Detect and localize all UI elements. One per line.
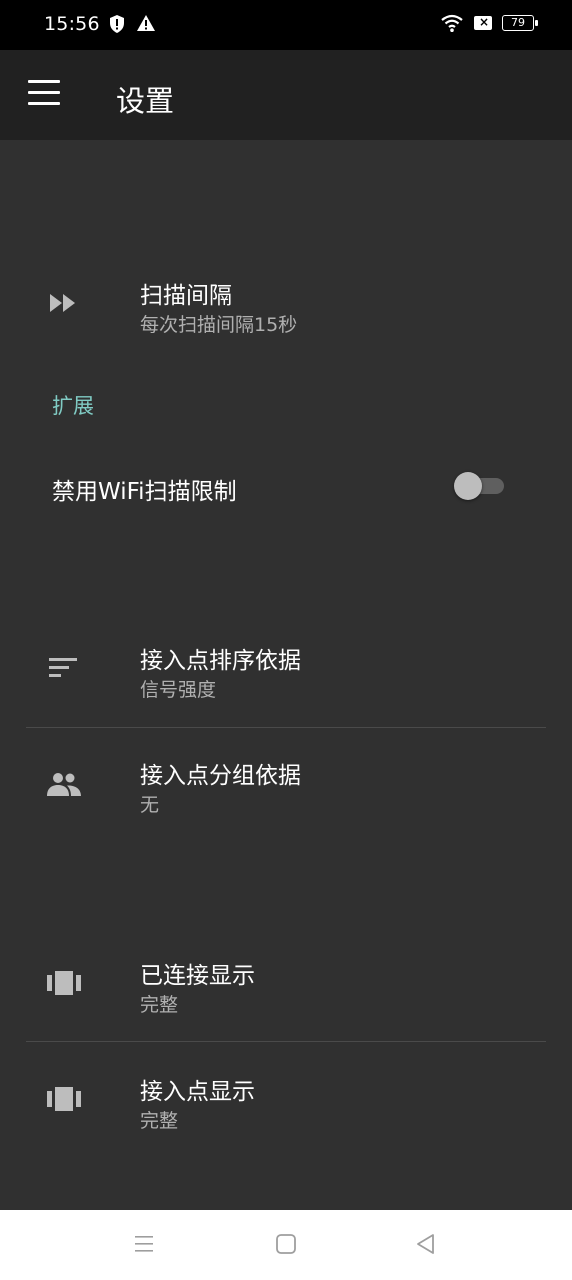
shield-alert-icon	[110, 15, 124, 33]
sim-x-icon: ×	[474, 15, 492, 30]
back-icon[interactable]	[414, 1232, 438, 1256]
battery-level: 79	[511, 16, 525, 29]
setting-ap-display[interactable]: 接入点显示 完整	[0, 1056, 572, 1156]
setting-summary: 无	[140, 794, 160, 816]
divider	[26, 1041, 546, 1042]
divider	[26, 727, 546, 728]
status-bar: 15:56 × 79	[0, 0, 572, 50]
section-header-extension: 扩展	[52, 394, 94, 418]
group-icon	[47, 773, 81, 796]
page-title: 设置	[116, 84, 175, 118]
status-time: 15:56	[44, 13, 100, 35]
setting-scan-interval[interactable]: 扫描间隔 每次扫描间隔15秒	[0, 260, 572, 350]
navigation-bar	[0, 1210, 572, 1280]
disable-wifi-throttle-switch[interactable]	[454, 472, 504, 500]
recent-apps-icon[interactable]	[132, 1232, 156, 1256]
hamburger-menu-icon[interactable]	[28, 80, 60, 108]
view-carousel-icon	[47, 1087, 81, 1111]
setting-sort-by[interactable]: 接入点排序依据 信号强度	[0, 625, 572, 725]
sort-icon	[49, 658, 77, 677]
fast-forward-icon	[50, 294, 75, 312]
setting-summary: 每次扫描间隔15秒	[140, 314, 298, 336]
setting-group-by[interactable]: 接入点分组依据 无	[0, 740, 572, 840]
setting-connected-display[interactable]: 已连接显示 完整	[0, 940, 572, 1040]
setting-title: 接入点分组依据	[140, 763, 301, 789]
setting-title: 接入点排序依据	[140, 648, 301, 674]
warning-icon	[137, 15, 155, 31]
setting-summary: 信号强度	[140, 679, 217, 701]
setting-title: 接入点显示	[140, 1079, 255, 1105]
wifi-icon	[441, 14, 463, 32]
setting-summary: 完整	[140, 1110, 179, 1132]
view-carousel-icon	[47, 971, 81, 995]
app-bar: 设置	[0, 50, 572, 140]
setting-title: 扫描间隔	[140, 283, 232, 309]
setting-disable-wifi-throttle-label: 禁用WiFi扫描限制	[52, 479, 237, 505]
setting-summary: 完整	[140, 994, 179, 1016]
setting-title: 已连接显示	[140, 963, 255, 989]
battery-icon: 79	[502, 15, 538, 31]
home-icon[interactable]	[274, 1232, 298, 1256]
